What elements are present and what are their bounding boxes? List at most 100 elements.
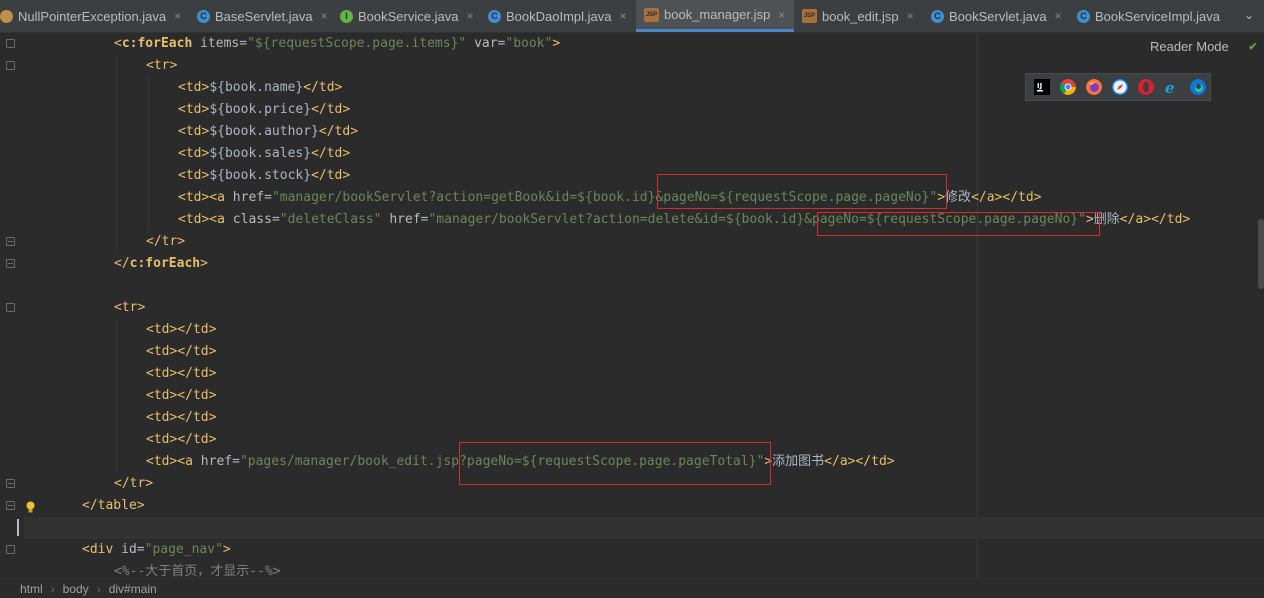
code-line: <td>${book.author}</td>: [178, 121, 358, 143]
fold-marker-icon[interactable]: [6, 237, 15, 246]
el-expression: ${book.name}: [209, 80, 304, 95]
tab-baseservlet[interactable]: C BaseServlet.java ×: [197, 0, 328, 32]
tag-close: </td>: [318, 124, 359, 139]
current-line-highlight: [24, 517, 1264, 539]
indent-guide: [148, 77, 149, 231]
code-line: <td>${book.stock}</td>: [178, 165, 350, 187]
fold-marker-icon[interactable]: [6, 545, 15, 554]
safari-icon[interactable]: [1112, 79, 1128, 95]
tag-name: c:forEach: [129, 256, 201, 271]
tag-open: </: [114, 256, 130, 271]
text-caret: [17, 519, 19, 536]
code-line: <c:forEach items="${requestScope.page.it…: [114, 33, 560, 55]
class-icon: C: [488, 9, 501, 23]
editor-gutter: [0, 33, 24, 578]
ie-icon[interactable]: e: [1164, 79, 1180, 95]
lightbulb-icon[interactable]: [25, 501, 36, 514]
close-icon[interactable]: ×: [321, 9, 328, 23]
breadcrumb-item[interactable]: html: [20, 582, 43, 596]
fold-marker-icon[interactable]: [6, 501, 15, 510]
tab-bookserviceimpl[interactable]: C BookServiceImpl.java: [1077, 0, 1220, 32]
tab-nullpointerexception[interactable]: NullPointerException.java ×: [0, 0, 181, 32]
fold-marker-icon[interactable]: [6, 479, 15, 488]
tag-open: <div: [82, 542, 114, 557]
code-line: <td>${book.name}</td>: [178, 77, 342, 99]
equals: =: [271, 212, 280, 227]
tag-open: <td>: [178, 124, 210, 139]
tab-book-manager[interactable]: JSP book_manager.jsp ×: [636, 0, 794, 32]
tabs-dropdown-icon[interactable]: ⌄: [1244, 8, 1254, 22]
attr-name: href: [232, 190, 265, 205]
highlight-box: [657, 174, 947, 209]
close-icon[interactable]: ×: [778, 8, 785, 22]
tab-label: BookDaoImpl.java: [506, 8, 612, 24]
code-comment: <%--大于首页，才显示--%>: [114, 564, 281, 578]
tag-close: </td>: [311, 102, 351, 117]
reader-mode-toggle[interactable]: Reader Mode: [1150, 39, 1229, 54]
class-icon: C: [197, 9, 210, 23]
browser-popup-toolbar: IJ e: [1025, 73, 1211, 101]
attr-name: href: [389, 212, 421, 227]
code-line: <td></td>: [146, 366, 217, 381]
code-line: <td></td>: [146, 410, 217, 425]
close-icon[interactable]: ×: [1055, 9, 1062, 23]
tag-open: <td><a: [146, 454, 193, 469]
tab-label: book_edit.jsp: [822, 8, 899, 24]
equals: =: [232, 454, 240, 469]
tag-name: c:forEach: [121, 36, 193, 51]
tag-close: >: [222, 542, 231, 557]
close-icon[interactable]: ×: [174, 9, 181, 23]
tab-label: BookServlet.java: [949, 8, 1047, 24]
attr-name: var: [474, 36, 498, 51]
intellij-icon[interactable]: IJ: [1034, 79, 1050, 95]
equals: =: [239, 36, 248, 51]
tag-close: </td>: [303, 80, 343, 95]
tab-book-edit[interactable]: JSP book_edit.jsp ×: [802, 0, 914, 32]
breadcrumb-separator: ›: [50, 581, 55, 596]
code-line: </c:forEach>: [114, 253, 208, 275]
tag-close: </a></td>: [1119, 212, 1191, 227]
indent-guide: [116, 55, 117, 253]
attr-value: "book": [505, 36, 553, 51]
fold-marker-icon[interactable]: [6, 303, 15, 312]
svg-text:IJ: IJ: [1037, 82, 1042, 90]
tab-bookservice[interactable]: I BookService.java ×: [340, 0, 473, 32]
equals: =: [264, 190, 272, 205]
attr-name: class: [232, 212, 272, 227]
tab-label: BookService.java: [358, 8, 459, 24]
tab-label: NullPointerException.java: [18, 8, 167, 24]
code-line: <tr>: [114, 300, 146, 315]
vertical-scrollbar-thumb[interactable]: [1258, 219, 1264, 289]
opera-icon[interactable]: [1138, 79, 1154, 95]
code-line: <div id="page_nav">: [82, 539, 231, 561]
fold-marker-icon[interactable]: [6, 39, 15, 48]
tab-bookservlet[interactable]: C BookServlet.java ×: [931, 0, 1062, 32]
el-expression: ${book.sales}: [209, 146, 312, 161]
el-expression: ${book.stock}: [209, 168, 312, 183]
code-editor[interactable]: <c:forEach items="${requestScope.page.it…: [0, 33, 1264, 578]
right-margin-guide: [977, 33, 978, 578]
highlight-box: [817, 212, 1100, 236]
fold-marker-icon[interactable]: [6, 61, 15, 70]
edge-icon[interactable]: [1190, 79, 1206, 95]
breadcrumb-item[interactable]: div#main: [109, 582, 157, 596]
svg-text:e: e: [1165, 79, 1175, 95]
tag-close: </td>: [311, 146, 351, 161]
tab-bookdaoimpl[interactable]: C BookDaoImpl.java ×: [488, 0, 627, 32]
firefox-icon[interactable]: [1086, 79, 1102, 95]
jsp-file-icon: JSP: [644, 7, 659, 22]
chrome-icon[interactable]: [1060, 79, 1076, 95]
link-text: 修改: [945, 190, 972, 205]
close-icon[interactable]: ×: [466, 9, 473, 23]
code-line: <td></td>: [146, 344, 217, 359]
inspection-ok-icon: ✔: [1249, 39, 1257, 54]
code-line: <td></td>: [146, 432, 217, 447]
close-icon[interactable]: ×: [907, 9, 914, 23]
fold-marker-icon[interactable]: [6, 259, 15, 268]
close-icon[interactable]: ×: [620, 9, 627, 23]
breadcrumb-item[interactable]: body: [63, 582, 89, 596]
